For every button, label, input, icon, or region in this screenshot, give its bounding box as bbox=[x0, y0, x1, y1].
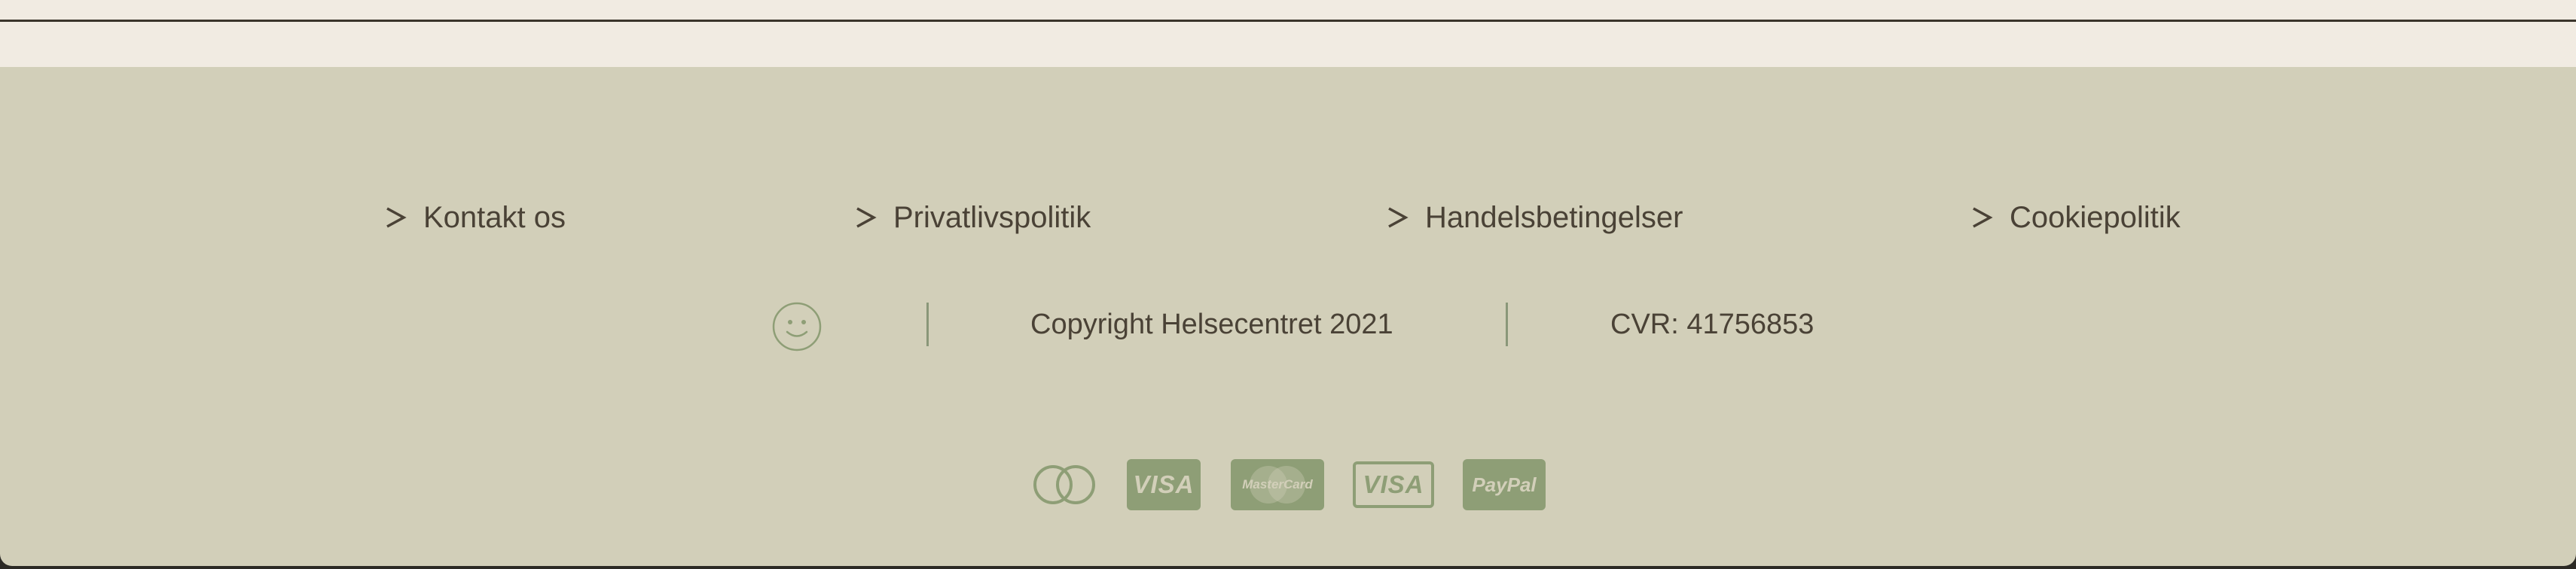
footer-link-label: Handelsbetingelser bbox=[1425, 200, 1683, 234]
chevron-right-icon bbox=[383, 205, 408, 230]
footer-divider bbox=[1506, 303, 1508, 346]
paypal-card-label: PayPal bbox=[1472, 473, 1537, 496]
smiley-face-icon bbox=[771, 301, 823, 352]
visa-card-label: VISA bbox=[1133, 470, 1195, 498]
footer-link-handelsbetingelser[interactable]: Handelsbetingelser bbox=[1384, 195, 1683, 240]
cvr-number: CVR: 41756853 bbox=[1610, 308, 1814, 340]
footer-link-label: Privatlivspolitik bbox=[893, 200, 1091, 234]
mastercard-card-icon: MasterCard bbox=[1231, 459, 1324, 510]
footer-divider bbox=[926, 303, 929, 346]
mastercard-card-label: MasterCard bbox=[1242, 477, 1313, 491]
visa-outline-card-label: VISA bbox=[1363, 470, 1424, 498]
mastercard-circles-icon bbox=[1029, 459, 1100, 510]
chevron-right-icon bbox=[853, 205, 878, 230]
copyright-text: Copyright Helsecentret 2021 bbox=[1030, 308, 1393, 340]
visa-outline-card-icon: VISA bbox=[1353, 459, 1434, 510]
footer-link-label: Kontakt os bbox=[423, 200, 566, 234]
footer-link-kontakt-os[interactable]: Kontakt os bbox=[383, 195, 566, 240]
chevron-right-icon bbox=[1384, 205, 1410, 230]
footer-link-privatlivspolitik[interactable]: Privatlivspolitik bbox=[853, 195, 1091, 240]
visa-card-icon: VISA bbox=[1127, 459, 1201, 510]
top-strip bbox=[0, 0, 2576, 20]
cream-band bbox=[0, 22, 2576, 67]
footer-link-cookiepolitik[interactable]: Cookiepolitik bbox=[1969, 195, 2181, 240]
chevron-right-icon bbox=[1969, 205, 1995, 230]
paypal-card-icon: PayPal bbox=[1463, 459, 1546, 510]
footer-link-label: Cookiepolitik bbox=[2010, 200, 2181, 234]
payment-methods: VISA MasterCard VISA PayPal bbox=[0, 459, 2576, 512]
page: Kontakt os Privatlivspolitik Handelsbeti… bbox=[0, 0, 2576, 569]
